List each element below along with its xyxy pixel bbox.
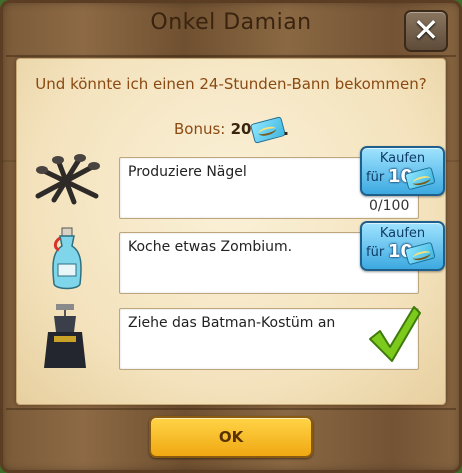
bonus-label: Bonus: <box>174 120 226 138</box>
nails-icon <box>35 154 100 205</box>
buy-for-label: für <box>366 170 385 185</box>
bonus-value: 20 <box>230 120 252 138</box>
checkmark-icon <box>369 306 421 362</box>
ok-label: OK <box>218 428 244 446</box>
batman-costume-icon <box>44 304 86 368</box>
task-progress: 0/100 <box>369 198 410 214</box>
potion-bottle-icon <box>52 227 82 290</box>
ok-button[interactable]: OK <box>149 416 313 458</box>
bonus-suffix: . <box>283 120 290 139</box>
close-icon: ✕ <box>412 11 440 49</box>
quest-question: Und könnte ich einen 24-Stunden-Bann bek… <box>35 75 427 93</box>
task-text: Produziere Nägel <box>128 164 247 180</box>
buy-button[interactable]: Kaufen für 10 <box>360 221 445 271</box>
bonus-reward: Bonus: 20 <box>174 120 251 138</box>
buy-label: Kaufen <box>379 226 426 241</box>
plank-divider <box>6 55 456 57</box>
dialog-title: Onkel Damian <box>150 10 312 35</box>
buy-label: Kaufen <box>379 151 426 166</box>
plank-divider <box>6 408 456 410</box>
close-button[interactable]: ✕ <box>404 10 448 52</box>
buy-for-label: für <box>366 245 385 260</box>
task-text: Ziehe das Batman-Kostüm an <box>128 315 336 331</box>
task-text: Koche etwas Zombium. <box>128 239 293 255</box>
buy-button[interactable]: Kaufen für 10 <box>360 146 445 196</box>
